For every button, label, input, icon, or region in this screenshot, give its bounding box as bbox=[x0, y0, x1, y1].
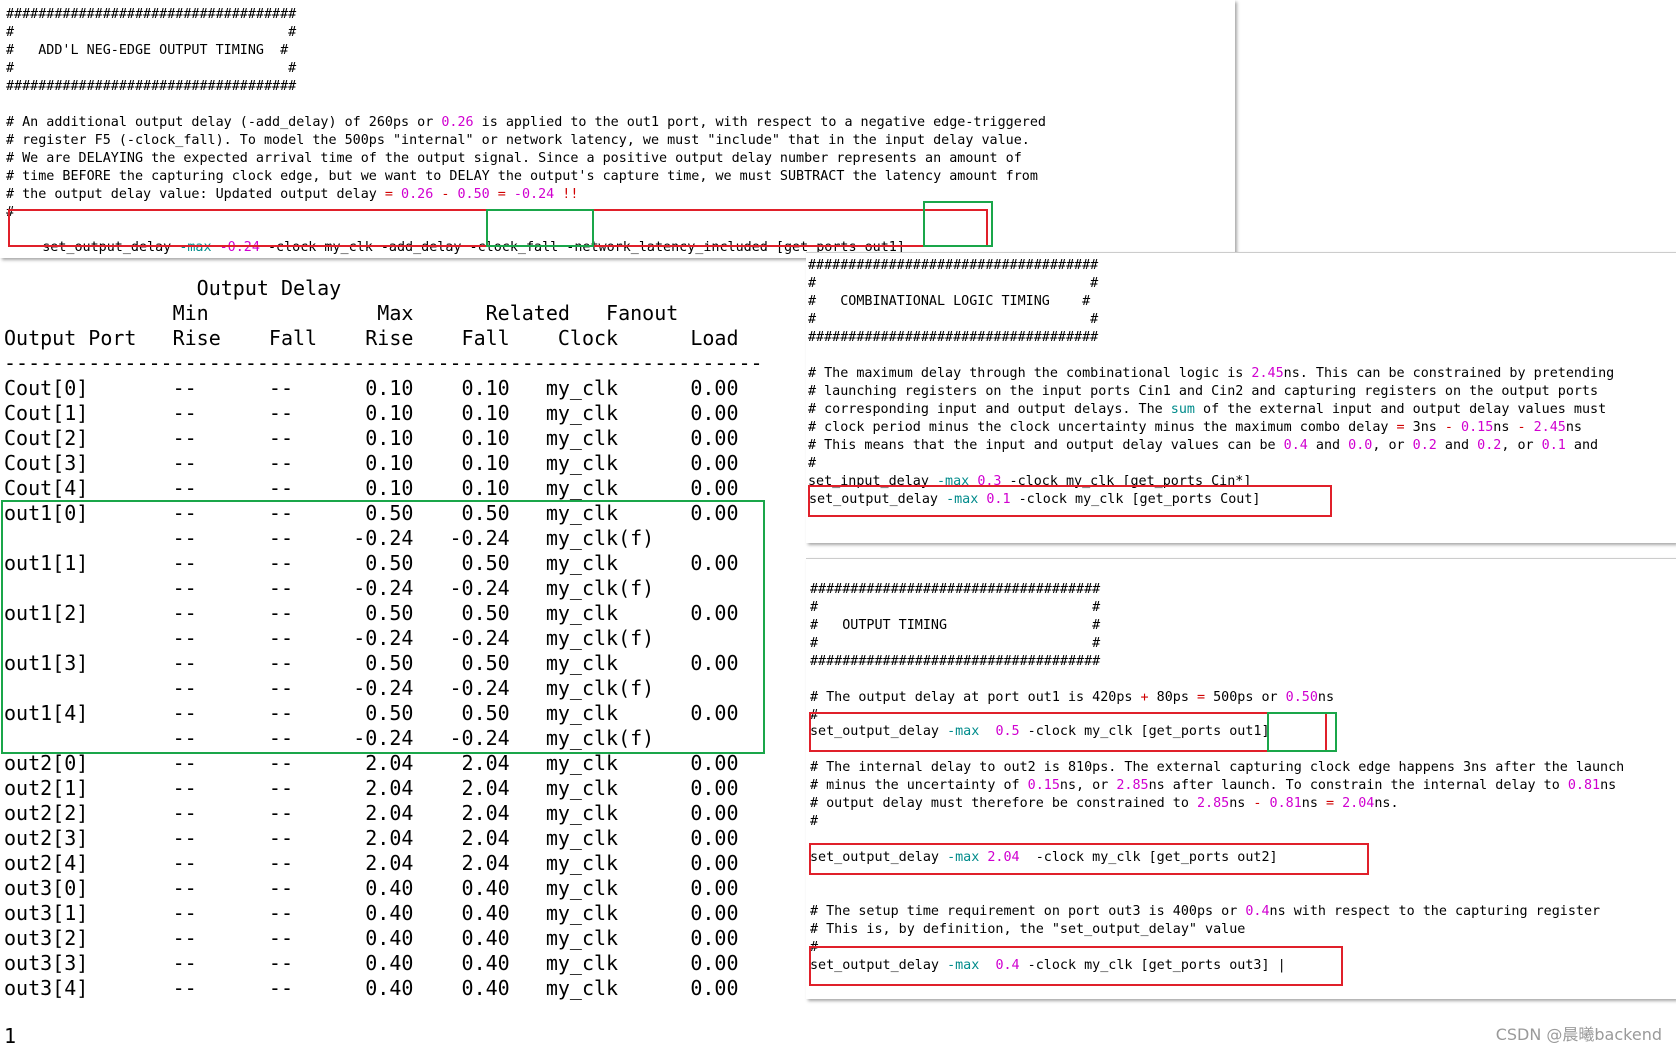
report-header-line: Min Max Related Fanout bbox=[4, 301, 679, 325]
clock-fall-highlight bbox=[486, 209, 594, 247]
comment-line: #################################### bbox=[808, 330, 1099, 345]
report-header-line: Output Port Rise Fall Rise Fall Clock Lo… bbox=[4, 326, 739, 350]
output-script-mid: # The internal delay to out2 is 810ps. T… bbox=[810, 741, 1624, 831]
comment-line: # OUTPUT TIMING # bbox=[810, 618, 1101, 633]
comment-line: # ADD'L NEG-EDGE OUTPUT TIMING # bbox=[6, 43, 289, 58]
report-header: Output Delay Min Max Related Fanout Outpu… bbox=[4, 276, 763, 376]
comment-line: # # bbox=[6, 61, 297, 76]
combo-command-highlight bbox=[808, 485, 1332, 517]
comment-line: #################################### bbox=[6, 7, 297, 22]
out1-port-highlight bbox=[923, 201, 993, 247]
combo-script-lines: #################################### # # #… bbox=[808, 257, 1614, 491]
timing-report: Output Delay Min Max Related Fanout Outpu… bbox=[0, 272, 806, 1053]
comment-line: #################################### bbox=[810, 582, 1101, 597]
comment-line: # register F5 (-clock_fall). To model th… bbox=[6, 133, 1030, 148]
comment-line: # # bbox=[810, 600, 1101, 615]
report-row: Cout[3] -- -- 0.10 0.10 my_clk 0.00 bbox=[4, 451, 739, 475]
out3-command-highlight bbox=[809, 946, 1343, 986]
comment-line bbox=[810, 885, 1600, 903]
report-row: out2[4] -- -- 2.04 2.04 my_clk 0.00 bbox=[4, 851, 739, 875]
comment-line: # We are DELAYING the expected arrival t… bbox=[6, 151, 1022, 166]
output-script-end: # The setup time requirement on port out… bbox=[810, 867, 1600, 957]
report-row: out3[2] -- -- 0.40 0.40 my_clk 0.00 bbox=[4, 926, 739, 950]
comment-line: # output delay must therefore be constra… bbox=[810, 796, 1399, 811]
comment-line: # The setup time requirement on port out… bbox=[810, 904, 1601, 919]
report-row: out3[3] -- -- 0.40 0.40 my_clk 0.00 bbox=[4, 951, 739, 975]
report-row: Cout[2] -- -- 0.10 0.10 my_clk 0.00 bbox=[4, 426, 739, 450]
comment-line: # # bbox=[808, 312, 1099, 327]
combo-script-panel: #################################### # # #… bbox=[806, 252, 1676, 543]
comment-line: # the output delay value: Updated output… bbox=[6, 187, 579, 202]
comment-line: #################################### bbox=[808, 258, 1099, 273]
report-row: out2[1] -- -- 2.04 2.04 my_clk 0.00 bbox=[4, 776, 739, 800]
comment-line: # bbox=[808, 456, 817, 471]
comment-line: # launching registers on the input ports… bbox=[808, 384, 1599, 399]
comment-line: # This is, by definition, the "set_outpu… bbox=[810, 922, 1246, 937]
comment-line: # # bbox=[810, 636, 1101, 651]
comment-line: # corresponding input and output delays.… bbox=[808, 402, 1607, 417]
report-row: Cout[4] -- -- 0.10 0.10 my_clk 0.00 bbox=[4, 476, 739, 500]
report-row: out3[4] -- -- 0.40 0.40 my_clk 0.00 bbox=[4, 976, 739, 1000]
comment-line bbox=[810, 741, 1624, 759]
output-script-panel: #################################### # # #… bbox=[806, 558, 1676, 999]
comment-line: #################################### bbox=[6, 79, 297, 94]
watermark: CSDN @晨曦backend bbox=[1495, 1025, 1662, 1044]
comment-line: # The internal delay to out2 is 810ps. T… bbox=[810, 760, 1625, 775]
report-row: Cout[0] -- -- 0.10 0.10 my_clk 0.00 bbox=[4, 376, 739, 400]
comment-line: # COMBINATIONAL LOGIC TIMING # bbox=[808, 294, 1091, 309]
comment-line: # minus the uncertainty of 0.15ns, or 2.… bbox=[810, 778, 1617, 793]
report-row: Cout[1] -- -- 0.10 0.10 my_clk 0.00 bbox=[4, 401, 739, 425]
comment-line: # # bbox=[6, 25, 297, 40]
report-header-line: Output Delay bbox=[4, 276, 342, 300]
comment-line: # An additional output delay (-add_delay… bbox=[6, 115, 1046, 130]
report-header-line: ----------------------------------------… bbox=[4, 351, 763, 375]
report-row: out2[0] -- -- 2.04 2.04 my_clk 0.00 bbox=[4, 751, 739, 775]
comment-line: # The output delay at port out1 is 420ps… bbox=[810, 690, 1335, 705]
comment-line bbox=[808, 347, 1614, 365]
comment-line: # The maximum delay through the combinat… bbox=[808, 366, 1615, 381]
report-footer: 1 bbox=[4, 1024, 17, 1048]
top-script-lines: #################################### # # #… bbox=[6, 6, 1046, 222]
comment-line: #################################### bbox=[810, 654, 1101, 669]
comment-line bbox=[810, 671, 1334, 689]
report-row: out2[3] -- -- 2.04 2.04 my_clk 0.00 bbox=[4, 826, 739, 850]
comment-line bbox=[810, 867, 1600, 885]
report-row: out2[2] -- -- 2.04 2.04 my_clk 0.00 bbox=[4, 801, 739, 825]
comment-line: # time BEFORE the capturing clock edge, … bbox=[6, 169, 1038, 184]
report-row: out3[0] -- -- 0.40 0.40 my_clk 0.00 bbox=[4, 876, 739, 900]
comment-line bbox=[6, 96, 1046, 114]
comment-line: # This means that the input and output d… bbox=[808, 438, 1599, 453]
out1-rows-highlight bbox=[1, 500, 765, 754]
top-script-panel: #################################### # # #… bbox=[0, 0, 1235, 258]
comment-line: # # bbox=[808, 276, 1099, 291]
output-script-header: #################################### # # #… bbox=[810, 581, 1334, 725]
comment-line: # clock period minus the clock uncertain… bbox=[808, 420, 1582, 435]
comment-line: # bbox=[810, 814, 819, 829]
report-row: out3[1] -- -- 0.40 0.40 my_clk 0.00 bbox=[4, 901, 739, 925]
